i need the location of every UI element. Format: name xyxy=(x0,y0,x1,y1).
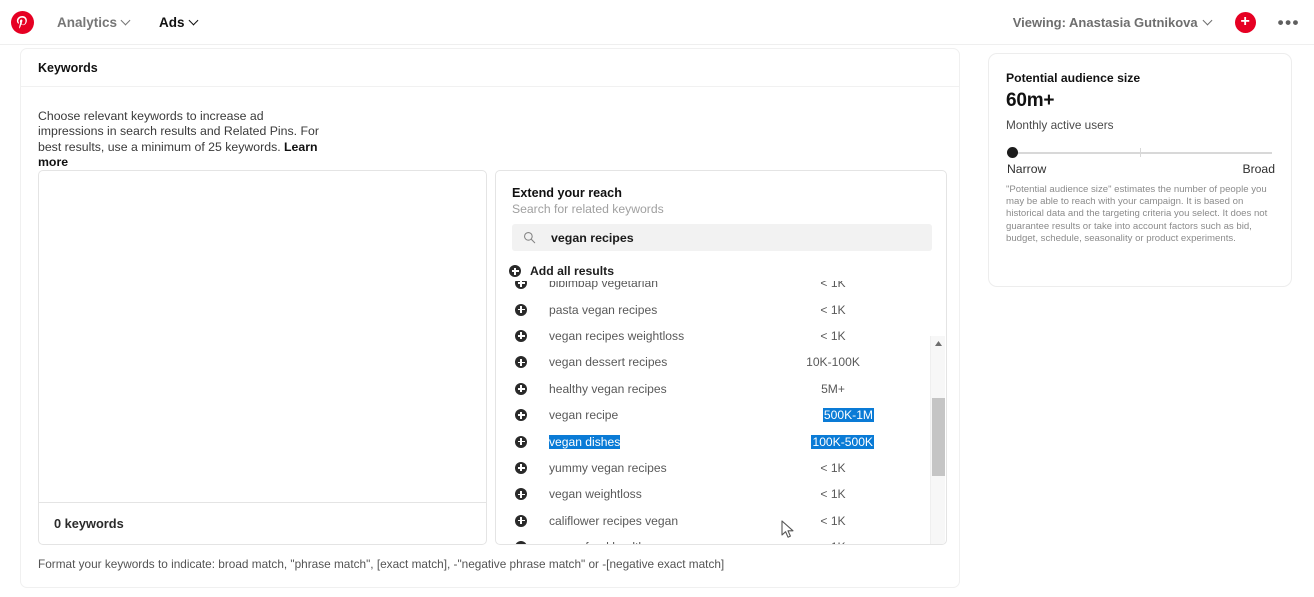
pinterest-logo-icon[interactable] xyxy=(11,10,34,34)
keyword-suggestion-label: vegan weightloss xyxy=(549,487,642,502)
audience-card-title: Potential audience size xyxy=(1006,71,1141,85)
account-switcher[interactable]: Viewing: Anastasia Gutnikova xyxy=(1013,15,1213,30)
extend-your-reach-panel: Extend your reach Search for related key… xyxy=(495,170,947,545)
add-keyword-icon[interactable] xyxy=(515,488,527,501)
audience-reach-slider[interactable] xyxy=(1007,147,1272,159)
keyword-list-scrollbar[interactable] xyxy=(930,336,946,544)
keyword-suggestion-row[interactable]: vegan recipe 500K-1M xyxy=(496,402,916,428)
scroll-up-icon[interactable] xyxy=(931,336,946,351)
keyword-suggestion-row[interactable]: califlower recipes vegan < 1K xyxy=(496,508,916,534)
keyword-count-label: 0 keywords xyxy=(54,516,124,531)
keyword-search-volume: 500K-1M xyxy=(822,408,874,423)
slider-thumb[interactable] xyxy=(1007,147,1018,158)
keyword-suggestions-rows: bibimbap vegetarian < 1K pasta vegan recip… xyxy=(496,281,916,544)
keyword-suggestion-row[interactable]: vegan dessert recipes 10K-100K xyxy=(496,349,916,375)
audience-disclaimer-note: "Potential audience size" estimates the … xyxy=(1006,184,1268,244)
chevron-down-icon xyxy=(190,17,199,26)
potential-audience-size-card: Potential audience size 60m+ Monthly act… xyxy=(988,53,1292,287)
add-keyword-icon[interactable] xyxy=(515,329,527,342)
keyword-suggestion-label: vegan recipes weightloss xyxy=(549,328,685,343)
audience-size-subtitle: Monthly active users xyxy=(1006,118,1114,132)
search-icon xyxy=(523,231,536,244)
scrollbar-thumb[interactable] xyxy=(932,398,945,476)
add-keyword-icon[interactable] xyxy=(515,409,527,422)
keyword-search-input[interactable]: vegan recipes xyxy=(512,224,932,251)
plus-circle-icon xyxy=(509,265,521,277)
keywords-description-line3: minimum of 25 keywords. xyxy=(141,139,285,154)
add-keyword-icon[interactable] xyxy=(515,382,527,395)
keyword-suggestion-label: yummy vegan recipes xyxy=(549,460,667,475)
viewing-account-label: Viewing: Anastasia Gutnikova xyxy=(1012,14,1198,30)
nav-item-ads-label: Ads xyxy=(159,14,185,30)
add-keyword-icon[interactable] xyxy=(515,435,527,448)
keyword-search-volume: < 1K xyxy=(820,513,846,528)
keyword-suggestion-row[interactable]: vegan weightloss < 1K xyxy=(496,481,916,507)
keyword-format-note: Format your keywords to indicate: broad … xyxy=(38,557,725,571)
page-title: Keywords xyxy=(38,60,98,75)
keyword-search-volume: < 1K xyxy=(820,302,846,317)
keyword-suggestion-label: healthy vegan recipes xyxy=(549,381,667,396)
keyword-suggestion-label: vegan dishes xyxy=(549,434,621,449)
keyword-search-volume: < 1K xyxy=(820,487,846,502)
chevron-down-icon xyxy=(122,17,131,26)
keyword-suggestions-list: bibimbap vegetarian < 1K pasta vegan recip… xyxy=(496,281,946,544)
keyword-suggestion-row[interactable]: vegan food healthy < 1K xyxy=(496,534,916,544)
add-all-results-label: Add all results xyxy=(530,264,614,278)
nav-item-analytics[interactable]: Analytics xyxy=(57,15,131,30)
slider-range-labels: Narrow Broad xyxy=(1007,162,1275,176)
keyword-search-volume: < 1K xyxy=(820,460,846,475)
selected-keywords-footer: 0 keywords xyxy=(39,502,486,544)
chevron-down-icon xyxy=(1204,17,1213,26)
extend-reach-subtitle: Search for related keywords xyxy=(512,202,664,216)
audience-size-value: 60m+ xyxy=(1006,90,1055,111)
add-keyword-icon[interactable] xyxy=(515,514,527,527)
keyword-suggestion-label: vegan food healthy xyxy=(549,540,651,544)
keyword-search-volume: 5M+ xyxy=(821,381,845,396)
keyword-suggestion-row[interactable]: vegan dishes 100K-500K xyxy=(496,428,916,454)
keywords-description: Choose relevant keywords to increase ad … xyxy=(38,109,328,170)
keywords-card: Keywords Choose relevant keywords to inc… xyxy=(20,48,960,588)
add-all-results-button[interactable]: Add all results xyxy=(509,264,614,278)
add-keyword-icon[interactable] xyxy=(515,541,527,544)
top-navigation-bar: Analytics Ads Viewing: Anastasia Gutniko… xyxy=(0,0,1314,45)
keyword-search-value: vegan recipes xyxy=(551,230,634,245)
selected-keywords-panel[interactable]: 0 keywords xyxy=(38,170,487,545)
slider-max-label: Broad xyxy=(1242,162,1275,176)
add-keyword-icon[interactable] xyxy=(515,356,527,369)
keywords-card-header: Keywords xyxy=(21,49,959,87)
add-keyword-icon[interactable] xyxy=(515,303,527,316)
topbar-right-group: Viewing: Anastasia Gutnikova + ••• xyxy=(1013,11,1314,33)
keyword-search-volume: 10K-100K xyxy=(806,355,860,370)
nav-item-analytics-label: Analytics xyxy=(57,14,118,30)
keyword-search-volume: 100K-500K xyxy=(811,434,874,449)
keyword-suggestion-label: pasta vegan recipes xyxy=(549,302,658,317)
add-keyword-icon[interactable] xyxy=(515,461,527,474)
more-options-icon[interactable]: ••• xyxy=(1278,14,1300,31)
slider-midpoint-tick xyxy=(1140,148,1141,157)
create-add-button[interactable]: + xyxy=(1234,11,1256,33)
keyword-suggestion-row[interactable]: vegan recipes weightloss < 1K xyxy=(496,323,916,349)
keyword-suggestion-row[interactable]: pasta vegan recipes < 1K xyxy=(496,296,916,322)
page-body: Keywords Choose relevant keywords to inc… xyxy=(0,45,1314,597)
keyword-suggestion-row[interactable]: healthy vegan recipes 5M+ xyxy=(496,376,916,402)
keyword-search-volume: < 1K xyxy=(778,540,888,544)
add-keyword-icon[interactable] xyxy=(515,281,527,290)
keyword-suggestion-row[interactable]: yummy vegan recipes < 1K xyxy=(496,455,916,481)
keyword-suggestion-label: vegan recipe xyxy=(549,408,619,423)
keyword-search-volume: < 1K xyxy=(820,281,846,291)
keyword-search-volume: < 1K xyxy=(820,328,846,343)
keyword-suggestion-label: vegan dessert recipes xyxy=(549,355,668,370)
nav-item-ads[interactable]: Ads xyxy=(159,15,199,30)
keyword-suggestion-label: bibimbap vegetarian xyxy=(549,281,658,291)
slider-min-label: Narrow xyxy=(1007,162,1047,176)
extend-reach-title: Extend your reach xyxy=(512,186,622,200)
keyword-suggestion-row[interactable]: bibimbap vegetarian < 1K xyxy=(496,281,916,296)
keyword-suggestion-label: califlower recipes vegan xyxy=(549,513,679,528)
